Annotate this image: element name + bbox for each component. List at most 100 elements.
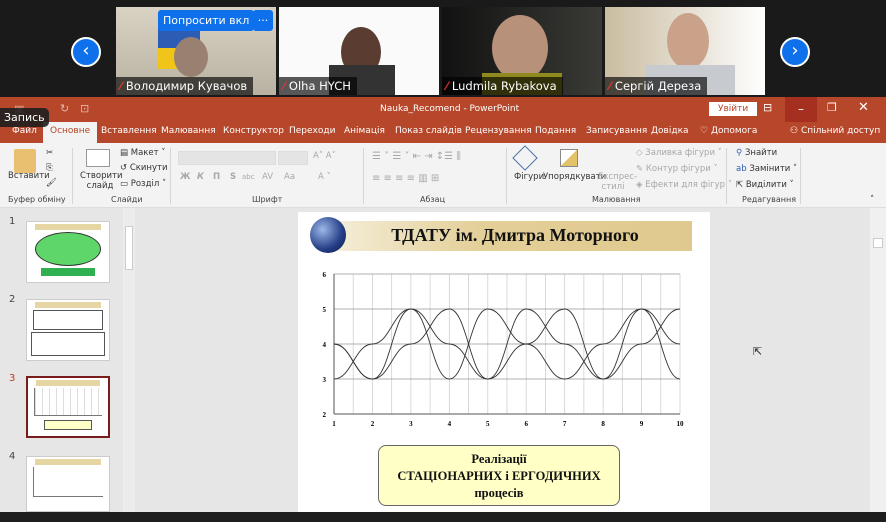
layout-button[interactable]: ▤ Макет ˅ [120, 148, 166, 158]
share-label: Спільний доступ [800, 126, 881, 136]
shadow-button[interactable]: S [230, 172, 236, 182]
shapes-button[interactable]: Фігури [514, 172, 544, 182]
video-tile[interactable]: ⁄ Olha HYCH [279, 7, 439, 95]
chevron-left-icon: ‹ [82, 40, 90, 61]
font-grow-icon[interactable]: A˄ A˅ [313, 151, 336, 161]
align-icons[interactable]: ≡ ≡ ≡ ≡ ▥ ⊞ [372, 173, 439, 184]
shape-fill-button[interactable]: ◇ Заливка фігури ˅ [636, 148, 722, 158]
participant-face [174, 37, 208, 77]
cut-icon[interactable]: ✂ [46, 148, 53, 158]
ask-unmute-button[interactable]: Попросити вкл [158, 10, 255, 31]
share-button[interactable]: ⚇ Спільний доступ [790, 126, 880, 136]
participant-name: Ludmila Rybakova [451, 79, 557, 93]
new-slide-icon [86, 149, 110, 167]
section-label: Розділ [130, 179, 160, 189]
tab-transitions[interactable]: Переходи [289, 126, 335, 136]
shape-outline-button[interactable]: ✎ Контур фігури ˅ [636, 164, 718, 174]
slide-thumbnail-4[interactable] [26, 456, 110, 512]
present-icon[interactable]: ⊡ [80, 102, 89, 115]
x-tick-label: 9 [640, 420, 644, 428]
tab-design[interactable]: Конструктор [223, 126, 284, 136]
y-tick-label: 2 [323, 411, 327, 419]
minimize-button[interactable]: – [785, 97, 817, 122]
tell-me-label: Допомога [710, 126, 758, 136]
mic-muted-icon: ⁄ [446, 79, 448, 93]
font-size-select[interactable] [278, 151, 308, 165]
participant-name: Сергій Дереза [614, 79, 702, 93]
section-button[interactable]: ▭ Розділ ˅ [120, 179, 166, 189]
font-color-button[interactable]: A ˅ [318, 172, 331, 182]
mic-muted-icon: ⁄ [120, 79, 122, 93]
underline-button[interactable]: П [213, 172, 220, 182]
tab-tell-me[interactable]: ♡ Допомога [700, 126, 757, 136]
video-tile[interactable]: Попросити вкл ··· ⁄ Володимир Кувачов [116, 7, 276, 95]
select-label: Виділити [745, 180, 787, 190]
tab-animations[interactable]: Анімація [344, 126, 385, 136]
group-drawing: Малювання [592, 195, 641, 204]
x-tick-label: 1 [332, 420, 336, 428]
bullets-icon[interactable]: ☰ ˅ ☰ ˅ ⇤ ⇥ ↕☰ ⫼ [372, 151, 461, 162]
close-button[interactable]: ✕ [858, 100, 869, 115]
reset-button[interactable]: ↺ Скинути [120, 163, 168, 173]
redo-icon[interactable]: ↻ [60, 102, 69, 115]
tab-help[interactable]: Довідка [651, 126, 689, 136]
strikethrough-button[interactable]: abc [242, 173, 255, 181]
shape-effects-label: Ефекти для фігур [645, 180, 726, 190]
x-tick-label: 4 [448, 420, 452, 428]
y-tick-label: 4 [323, 341, 327, 349]
mic-muted-icon: ⁄ [609, 79, 611, 93]
more-options-button[interactable]: ··· [253, 10, 273, 31]
copy-icon[interactable]: ⎘ [46, 163, 53, 173]
tab-draw[interactable]: Малювання [161, 126, 216, 136]
thumbnail-number: 2 [9, 294, 16, 305]
video-tile[interactable]: ⁄ Сергій Дереза [605, 7, 765, 95]
quick-styles-button[interactable]: Експрес-стилі [598, 172, 637, 192]
ribbon-display-icon[interactable]: ⊟ [763, 101, 772, 114]
current-slide[interactable]: ТДАТУ ім. Дмитра Моторного 2345612345678… [298, 212, 710, 512]
caption-line: СТАЦІОНАРНИХ і ЕРГОДИЧНИХ [397, 469, 601, 483]
char-spacing-button[interactable]: AV [262, 172, 273, 182]
x-tick-label: 3 [409, 420, 413, 428]
group-paragraph: Абзац [420, 195, 446, 204]
participant-face [667, 13, 709, 69]
tab-view[interactable]: Подання [535, 126, 576, 136]
ribbon: Вставити ✂ ⎘ 🖌 Буфер обміну Створити сла… [0, 143, 886, 208]
shape-effects-button[interactable]: ◈ Ефекти для фігур ˅ [636, 180, 732, 190]
replace-button[interactable]: ab Замінити ˅ [736, 164, 797, 174]
next-page-button[interactable]: › [780, 37, 810, 67]
ribbon-tabs: Файл Основне Вставлення Малювання Констр… [0, 122, 886, 143]
prev-page-button[interactable]: ‹ [71, 37, 101, 67]
tab-home[interactable]: Основне [43, 122, 98, 143]
font-name-select[interactable] [178, 151, 276, 165]
bold-button[interactable]: Ж [180, 172, 190, 182]
shape-outline-label: Контур фігури [645, 164, 711, 174]
search-icon: ⚲ [736, 148, 743, 158]
italic-button[interactable]: К [197, 172, 204, 182]
change-case-button[interactable]: Aa [284, 172, 295, 182]
slide-thumbnail-3-selected[interactable] [26, 376, 110, 438]
collapse-ribbon-icon[interactable]: ˄ [870, 195, 874, 205]
tab-recording[interactable]: Записування [586, 126, 647, 136]
editor-scrollbar[interactable] [870, 208, 886, 512]
participant-name-label: ⁄ Olha HYCH [279, 77, 357, 95]
select-button[interactable]: ⇱ Виділити ˅ [736, 180, 794, 190]
maximize-button[interactable]: ❐ [827, 101, 837, 114]
new-slide-button[interactable]: Створити слайд [80, 171, 123, 191]
tab-file[interactable]: Файл [12, 126, 37, 136]
caption-box: Реалізації СТАЦІОНАРНИХ і ЕРГОДИЧНИХ про… [378, 445, 620, 506]
y-tick-label: 5 [323, 306, 327, 314]
format-painter-icon[interactable]: 🖌 [46, 178, 57, 188]
tab-slideshow[interactable]: Показ слайдів [395, 126, 462, 136]
paste-button[interactable]: Вставити [8, 171, 50, 181]
tab-insert[interactable]: Вставлення [101, 126, 157, 136]
sign-in-button[interactable]: Увійти [709, 102, 758, 116]
tab-review[interactable]: Рецензування [465, 126, 532, 136]
slide-thumbnail-2[interactable] [26, 299, 110, 361]
thumbnail-number: 3 [9, 373, 16, 384]
find-button[interactable]: ⚲ Знайти [736, 148, 777, 158]
lightbulb-icon: ♡ [700, 126, 709, 136]
thumbnail-scrollbar[interactable] [123, 208, 135, 512]
video-tile[interactable]: ⁄ Ludmila Rybakova [442, 7, 602, 95]
arrange-button[interactable]: Упорядкувати [543, 172, 606, 182]
slide-thumbnail-1[interactable] [26, 221, 110, 283]
